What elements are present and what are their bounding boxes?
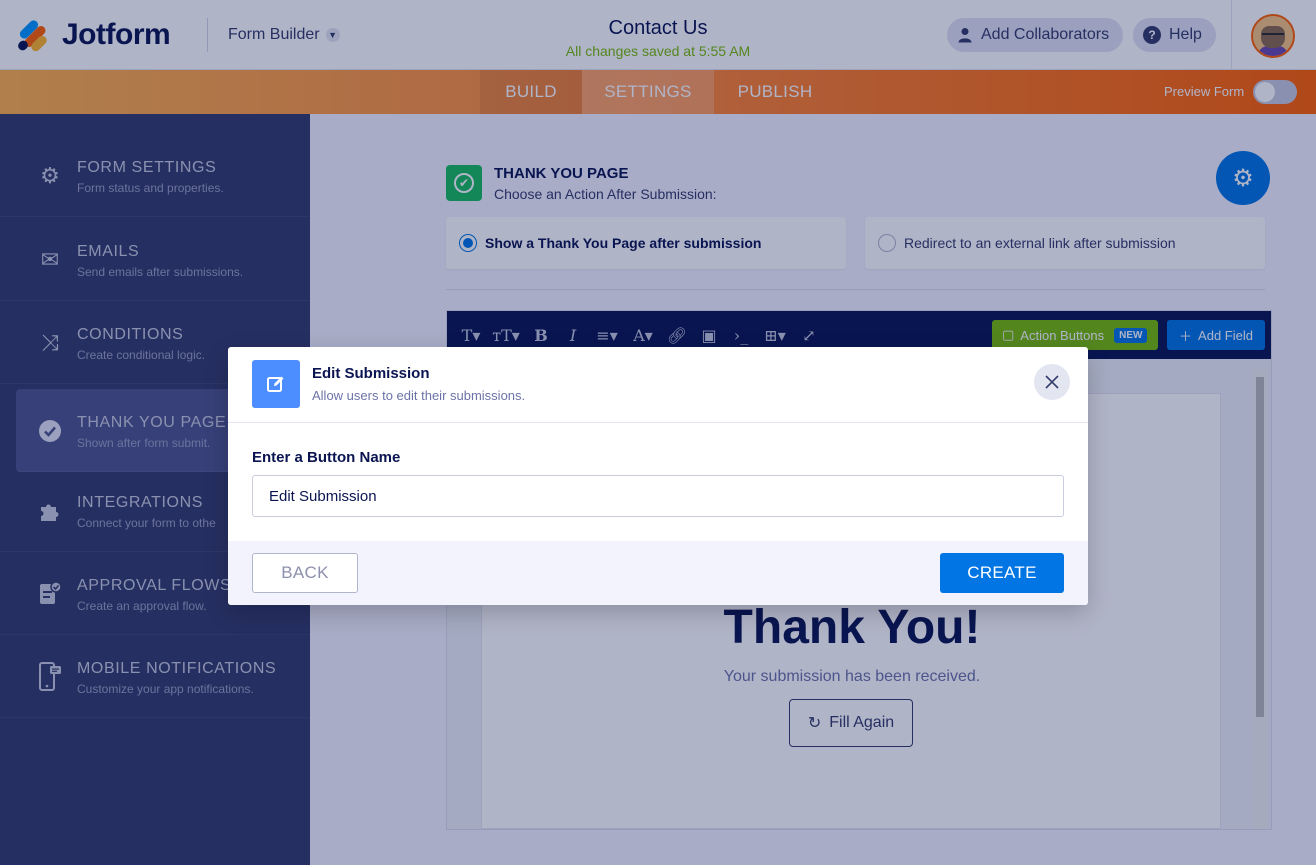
modal-header: Edit Submission Allow users to edit thei…: [228, 347, 1088, 423]
edit-icon: [252, 360, 300, 408]
edit-submission-modal: Edit Submission Allow users to edit thei…: [228, 347, 1088, 605]
modal-footer: BACK CREATE: [228, 541, 1088, 605]
modal-title: Edit Submission: [312, 365, 430, 382]
close-button[interactable]: [1034, 364, 1070, 400]
button-name-label: Enter a Button Name: [252, 449, 401, 466]
button-name-input[interactable]: [252, 475, 1064, 517]
back-button[interactable]: BACK: [252, 553, 358, 593]
modal-subtitle: Allow users to edit their submissions.: [312, 388, 526, 403]
close-icon: [1045, 375, 1059, 389]
create-button[interactable]: CREATE: [940, 553, 1064, 593]
